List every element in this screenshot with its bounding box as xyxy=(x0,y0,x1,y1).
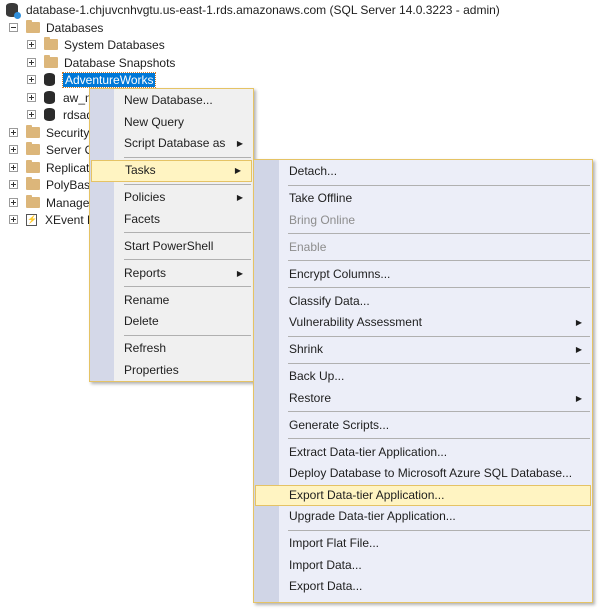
tree-node-adventureworks[interactable]: AdventureWorks xyxy=(27,71,157,88)
label: Restore xyxy=(289,390,332,405)
menu-item-generate-scripts[interactable]: Generate Scripts... xyxy=(254,415,592,437)
submenu-arrow-icon: ▶ xyxy=(575,345,582,354)
database-icon xyxy=(44,108,55,121)
menu-item-refresh[interactable]: Refresh xyxy=(90,338,253,360)
menu-item-bring-online: Bring Online xyxy=(289,212,356,227)
label: Shrink xyxy=(289,342,324,356)
tree-node-server-objects[interactable]: Server Ob xyxy=(9,141,101,158)
submenu-arrow-icon: ▶ xyxy=(236,193,243,202)
menu-item-start-powershell[interactable]: Start PowerShell xyxy=(90,236,253,258)
server-icon xyxy=(6,2,21,19)
xevent-icon: ⚡ xyxy=(26,213,37,226)
menu-item-classify-data[interactable]: Classify Data... xyxy=(254,291,592,313)
tree-node-databases[interactable]: Databases xyxy=(9,19,103,36)
tree-node-security[interactable]: Security xyxy=(9,124,89,141)
expand-icon[interactable] xyxy=(27,40,36,49)
expand-icon[interactable] xyxy=(27,75,36,84)
tree-node-aw[interactable]: aw_n xyxy=(27,89,92,106)
menu-item-export-data[interactable]: Export Data... xyxy=(254,576,592,598)
tree-node-replication[interactable]: Replicatio xyxy=(9,159,99,176)
menu-item-reports[interactable]: Reports ▶ xyxy=(90,263,253,285)
menu-item-delete[interactable]: Delete xyxy=(90,311,253,333)
tree-node-management[interactable]: Manager xyxy=(9,194,93,211)
folder-icon xyxy=(26,160,40,173)
menu-item-deploy-to-azure[interactable]: Deploy Database to Microsoft Azure SQL D… xyxy=(254,463,592,485)
label: Policies xyxy=(124,190,166,204)
menu-item-import-data[interactable]: Import Data... xyxy=(254,555,592,577)
expand-icon[interactable] xyxy=(9,163,18,172)
database-icon xyxy=(44,73,55,86)
tree-node-polybase[interactable]: PolyBase xyxy=(9,176,97,193)
folder-icon xyxy=(26,177,40,190)
menu-item-new-query[interactable]: New Query xyxy=(90,112,253,134)
menu-item-shrink[interactable]: Shrink ▶ xyxy=(254,339,592,361)
folder-icon xyxy=(26,125,40,138)
node-label: Security xyxy=(46,125,90,140)
label: Vulnerability Assessment xyxy=(289,315,422,329)
label: Reports xyxy=(124,265,167,280)
submenu-arrow-icon: ▶ xyxy=(575,393,582,403)
expand-icon[interactable] xyxy=(9,215,18,224)
collapse-icon[interactable] xyxy=(9,23,18,32)
menu-item-rename[interactable]: Rename xyxy=(90,290,253,312)
expand-icon[interactable] xyxy=(27,110,36,119)
menu-item-tasks[interactable]: Tasks ▶ xyxy=(91,160,252,182)
menu-item-script-database-as[interactable]: Script Database as ▶ xyxy=(90,133,253,155)
menu-item-back-up[interactable]: Back Up... xyxy=(254,366,592,388)
node-label: aw_n xyxy=(63,90,92,105)
tasks-submenu: Detach... Take Offline Bring Online Enab… xyxy=(253,159,593,603)
menu-item-policies[interactable]: Policies ▶ xyxy=(90,187,253,209)
folder-icon xyxy=(44,37,58,50)
tree-node-system-databases[interactable]: System Databases xyxy=(27,36,165,53)
submenu-arrow-icon: ▶ xyxy=(236,139,243,148)
node-label: Manager xyxy=(46,195,94,210)
tree-node-xevent[interactable]: ⚡ XEvent Pr xyxy=(9,211,99,228)
label: Tasks xyxy=(125,163,156,177)
expand-icon[interactable] xyxy=(9,180,18,189)
menu-item-import-flat-file[interactable]: Import Flat File... xyxy=(254,533,592,555)
tree-node-database-snapshots[interactable]: Database Snapshots xyxy=(27,54,175,71)
tree-node-server[interactable]: database-1.chjuvcnhvgtu.us-east-1.rds.am… xyxy=(6,1,500,19)
folder-icon xyxy=(26,142,40,155)
menu-item-upgrade-data-tier-application[interactable]: Upgrade Data-tier Application... xyxy=(254,506,592,528)
menu-item-facets[interactable]: Facets xyxy=(90,209,253,231)
menu-item-detach[interactable]: Detach... xyxy=(254,161,592,183)
menu-item-encrypt-columns[interactable]: Encrypt Columns... xyxy=(254,264,592,286)
expand-icon[interactable] xyxy=(9,145,18,154)
expand-icon[interactable] xyxy=(27,93,36,102)
node-label: Database Snapshots xyxy=(64,55,176,70)
node-label: Databases xyxy=(46,20,104,35)
database-context-menu: New Database... New Query Script Databas… xyxy=(89,88,254,382)
menu-item-properties[interactable]: Properties xyxy=(90,360,253,382)
node-label: database-1.chjuvcnhvgtu.us-east-1.rds.am… xyxy=(26,2,500,17)
node-label: AdventureWorks xyxy=(61,71,157,88)
node-label: System Databases xyxy=(64,37,165,52)
menu-item-vulnerability-assessment[interactable]: Vulnerability Assessment ▶ xyxy=(254,312,592,334)
expand-icon[interactable] xyxy=(9,128,18,137)
menu-item-export-data-tier-application[interactable]: Export Data-tier Application... xyxy=(255,484,591,506)
label: Script Database as xyxy=(124,136,226,150)
submenu-arrow-icon: ▶ xyxy=(234,166,241,175)
menu-item-restore[interactable]: Restore ▶ xyxy=(254,388,592,410)
menu-item-extract-data-tier-application[interactable]: Extract Data-tier Application... xyxy=(254,442,592,464)
expand-icon[interactable] xyxy=(27,58,36,67)
folder-icon xyxy=(26,195,40,208)
folder-icon xyxy=(44,55,58,68)
database-icon xyxy=(44,91,55,104)
menu-item-take-offline[interactable]: Take Offline xyxy=(254,188,592,210)
submenu-arrow-icon: ▶ xyxy=(575,318,582,327)
submenu-arrow-icon: ▶ xyxy=(236,268,243,278)
folder-icon xyxy=(26,20,40,33)
menu-item-enable: Enable xyxy=(289,239,327,254)
menu-item-new-database[interactable]: New Database... xyxy=(90,90,253,112)
expand-icon[interactable] xyxy=(9,198,18,207)
tree-node-rdsadmin[interactable]: rdsad xyxy=(27,106,93,123)
